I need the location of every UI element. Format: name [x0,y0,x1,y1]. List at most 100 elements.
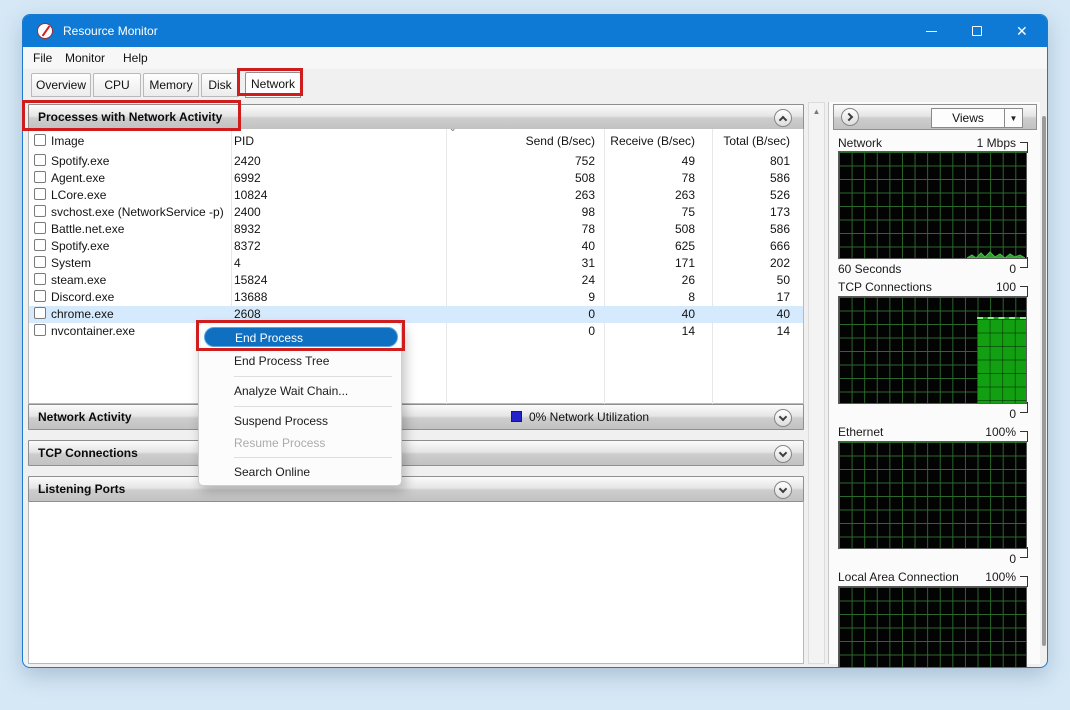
menu-bar: File Monitor Help [23,47,1047,69]
row-checkbox[interactable] [34,154,46,166]
process-total: 586 [770,222,790,236]
process-name: Agent.exe [51,171,105,185]
row-checkbox[interactable] [34,205,46,217]
process-pid: 2420 [234,154,261,168]
network-graph [838,151,1027,259]
column-header-image[interactable]: Image [51,134,84,148]
views-dropdown-icon[interactable]: ▼ [1004,108,1023,128]
process-total: 801 [770,154,790,168]
tcp-connections-section-header[interactable]: TCP Connections [28,440,804,466]
views-button[interactable]: Views [931,108,1005,128]
process-pid: 8372 [234,239,261,253]
process-send: 0 [588,307,595,321]
menu-separator [234,406,392,407]
process-receive: 625 [675,239,695,253]
panel-scrollbar-thumb[interactable] [1042,116,1046,646]
listening-ports-section-header[interactable]: Listening Ports [28,476,804,502]
graph-tcp-title: TCP Connections [838,280,932,294]
process-name: svchost.exe (NetworkService -p) [51,205,224,219]
close-icon: ✕ [1016,23,1028,39]
network-activity-section-header[interactable]: Network Activity [28,404,804,430]
process-total: 17 [777,290,790,304]
menu-item-analyze-wait-chain[interactable]: Analyze Wait Chain... [199,381,401,401]
graph-tcp-max: 100 [996,280,1016,294]
close-button[interactable]: ✕ [1005,15,1041,47]
select-all-checkbox[interactable] [34,134,46,146]
process-receive: 263 [675,188,695,202]
vertical-scrollbar[interactable]: ▲ [808,102,825,664]
annotation-box-network-tab [237,68,303,96]
process-name: Spotify.exe [51,239,109,253]
menu-monitor[interactable]: Monitor [65,51,105,65]
collapse-processes-button[interactable] [774,109,792,127]
process-receive: 171 [675,256,695,270]
process-receive: 14 [682,324,695,338]
minimize-button[interactable] [913,15,949,47]
tab-bar: Overview CPU Memory Disk Network [23,69,1047,100]
process-row[interactable]: nvcontainer.exe 0 14 14 [29,323,803,340]
expand-listening-ports-button[interactable] [774,481,792,499]
expand-network-activity-button[interactable] [774,409,792,427]
row-checkbox[interactable] [34,222,46,234]
row-checkbox[interactable] [34,256,46,268]
expand-tcp-connections-button[interactable] [774,445,792,463]
process-row[interactable]: Agent.exe 6992 508 78 586 [29,170,803,187]
row-checkbox[interactable] [34,273,46,285]
process-row-selected[interactable]: chrome.exe 2608 0 40 40 [29,306,803,323]
process-row[interactable]: System 4 31 171 202 [29,255,803,272]
menu-item-search-online[interactable]: Search Online [199,462,401,482]
row-checkbox[interactable] [34,239,46,251]
column-header-pid[interactable]: PID [234,134,254,148]
graph-network-title: Network [838,136,882,150]
process-row[interactable]: steam.exe 15824 24 26 50 [29,272,803,289]
titlebar[interactable]: Resource Monitor ✕ [23,15,1047,47]
menu-separator [234,457,392,458]
tab-overview[interactable]: Overview [31,73,91,97]
process-name: LCore.exe [51,188,106,202]
scale-bracket-icon [1020,257,1028,268]
menu-item-resume-process: Resume Process [199,433,401,453]
collapse-panel-button[interactable] [841,108,859,126]
menu-item-end-process-tree[interactable]: End Process Tree [199,351,401,371]
process-row[interactable]: Discord.exe 13688 9 8 17 [29,289,803,306]
menu-item-suspend-process[interactable]: Suspend Process [199,411,401,431]
column-header-total[interactable]: Total (B/sec) [723,134,790,148]
process-row[interactable]: svchost.exe (NetworkService -p) 2400 98 … [29,204,803,221]
tab-cpu[interactable]: CPU [93,73,141,97]
row-checkbox[interactable] [34,307,46,319]
process-send: 508 [575,171,595,185]
tab-memory[interactable]: Memory [143,73,199,97]
row-checkbox[interactable] [34,188,46,200]
column-header-receive[interactable]: Receive (B/sec) [610,134,695,148]
graph-network-timespan: 60 Seconds [838,262,901,276]
column-header-send[interactable]: Send (B/sec) [526,134,595,148]
graph-lan-max: 100% [985,570,1016,584]
chevron-down-icon [779,449,787,457]
process-total: 173 [770,205,790,219]
tab-disk[interactable]: Disk [201,73,239,97]
tcp-connections-title: TCP Connections [38,446,138,460]
annotation-box-processes-header [22,100,241,131]
process-row[interactable]: Battle.net.exe 8932 78 508 586 [29,221,803,238]
process-send: 78 [582,222,595,236]
utilization-legend-swatch [511,411,522,422]
process-row[interactable]: Spotify.exe 2420 752 49 801 [29,153,803,170]
process-row[interactable]: Spotify.exe 8372 40 625 666 [29,238,803,255]
maximize-button[interactable] [959,15,995,47]
row-checkbox[interactable] [34,171,46,183]
process-total: 50 [777,273,790,287]
process-total: 40 [777,307,790,321]
process-name: nvcontainer.exe [51,324,135,338]
chevron-down-icon [779,485,787,493]
menu-help[interactable]: Help [123,51,148,65]
menu-file[interactable]: File [33,51,52,65]
process-receive: 8 [688,290,695,304]
scroll-up-icon[interactable]: ▲ [809,103,824,120]
process-row[interactable]: LCore.exe 10824 263 263 526 [29,187,803,204]
maximize-icon [972,26,982,36]
row-checkbox[interactable] [34,290,46,302]
row-checkbox[interactable] [34,324,46,336]
process-pid: 10824 [234,188,267,202]
process-name: steam.exe [51,273,106,287]
process-name: Battle.net.exe [51,222,124,236]
